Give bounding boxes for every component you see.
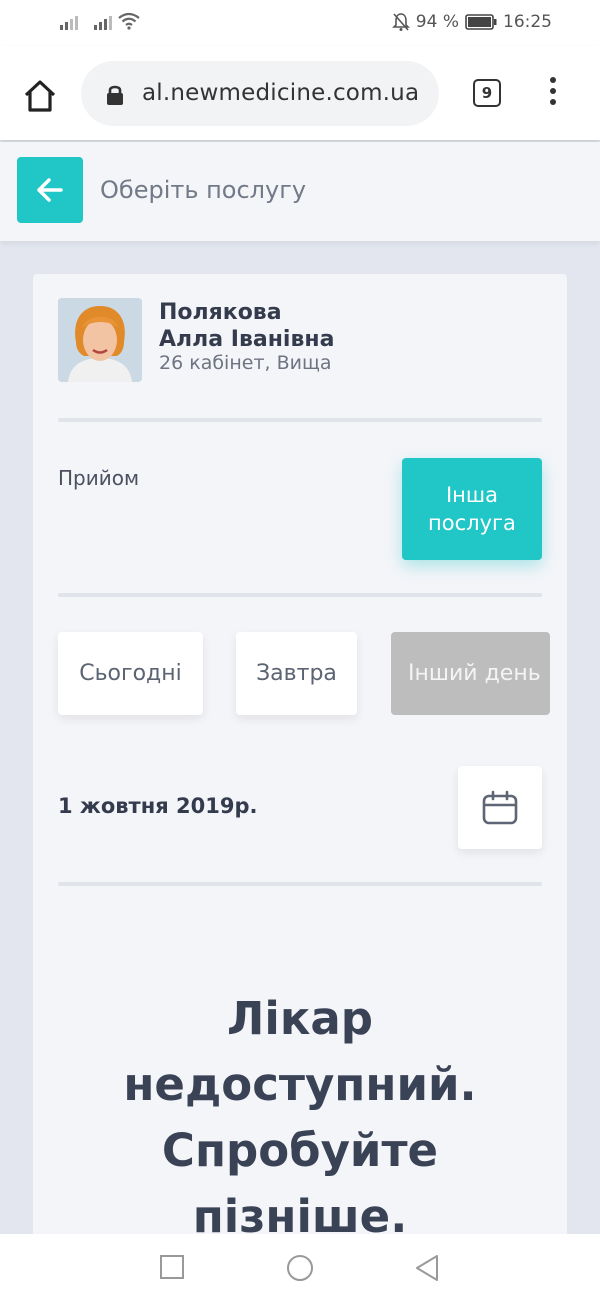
booking-card: Полякова Алла Іванівна 26 кабінет, Вища … [33, 274, 567, 1254]
wifi-icon [118, 12, 140, 30]
battery-icon [465, 14, 497, 30]
bell-off-icon [391, 13, 410, 31]
status-bar: 94 % 16:25 [0, 0, 600, 46]
doctor-avatar [58, 298, 142, 382]
browser-toolbar: al.newmedicine.com.ua 9 [0, 46, 600, 140]
calendar-button[interactable] [458, 766, 542, 849]
back-button[interactable] [17, 157, 83, 223]
back-nav-icon[interactable] [413, 1253, 441, 1283]
today-button[interactable]: Сьогодні [58, 632, 203, 715]
signal-icon [60, 16, 78, 30]
clock: 16:25 [503, 12, 552, 32]
divider [58, 593, 542, 597]
url-text: al.newmedicine.com.ua [142, 80, 420, 106]
address-bar[interactable]: al.newmedicine.com.ua [81, 61, 439, 126]
recent-apps-icon[interactable] [158, 1253, 186, 1281]
other-day-button[interactable]: Інший день [391, 632, 550, 715]
more-menu-icon[interactable] [545, 77, 561, 109]
calendar-icon [482, 790, 518, 825]
battery-percent: 94 % [415, 12, 459, 32]
divider [58, 882, 542, 886]
app-header: Оберіть послугу [0, 142, 600, 241]
arrow-left-icon [37, 178, 63, 202]
system-nav-bar [0, 1234, 600, 1299]
doctor-surname: Полякова [159, 300, 282, 325]
other-service-button[interactable]: Інша послуга [402, 458, 542, 560]
divider [58, 418, 542, 422]
tomorrow-button[interactable]: Завтра [236, 632, 357, 715]
home-nav-icon[interactable] [285, 1253, 315, 1283]
doctor-name: Полякова Алла Іванівна [159, 299, 334, 353]
home-icon[interactable] [20, 76, 60, 116]
message-line: Спробуйте [161, 1124, 439, 1177]
doctor-info: 26 кабінет, Вища [159, 352, 332, 374]
message-line: Лікар [227, 992, 373, 1045]
tab-switcher-button[interactable]: 9 [473, 79, 501, 107]
message-line: недоступний. [123, 1058, 477, 1111]
lock-icon [107, 85, 123, 105]
service-label: Прийом [58, 466, 140, 490]
page-title: Оберіть послугу [100, 176, 307, 204]
doctor-given-names: Алла Іванівна [159, 327, 335, 352]
signal-icon [94, 16, 112, 30]
selected-date: 1 жовтня 2019р. [58, 794, 258, 818]
unavailable-message: Лікар недоступний. Спробуйте пізніше. [33, 986, 567, 1250]
